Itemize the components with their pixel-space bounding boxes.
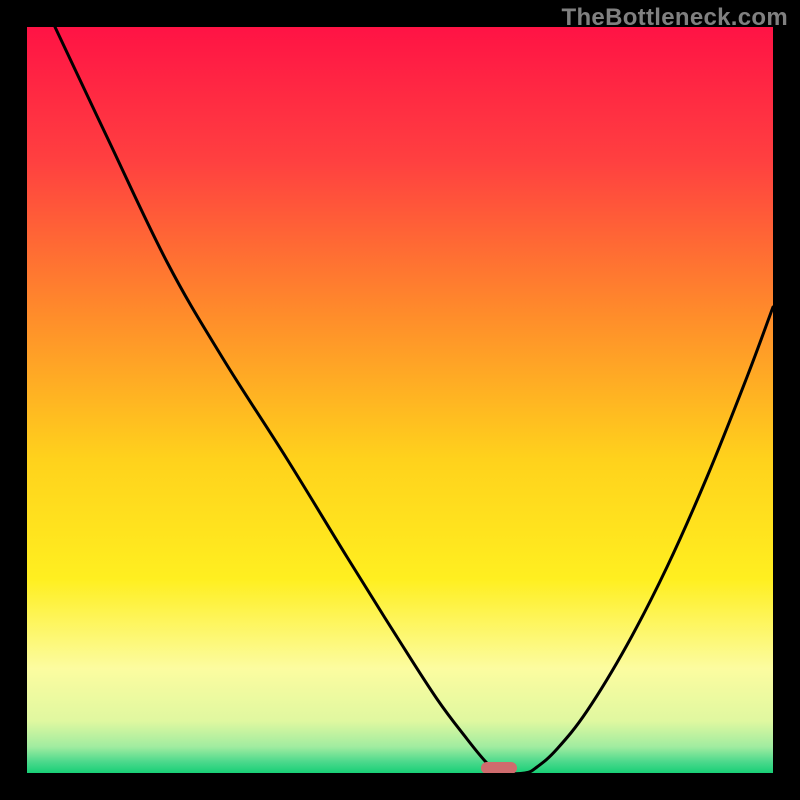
optimal-marker [481,762,517,773]
chart-frame: TheBottleneck.com [0,0,800,800]
plot-area [27,27,773,773]
chart-svg [27,27,773,773]
chart-background [27,27,773,773]
